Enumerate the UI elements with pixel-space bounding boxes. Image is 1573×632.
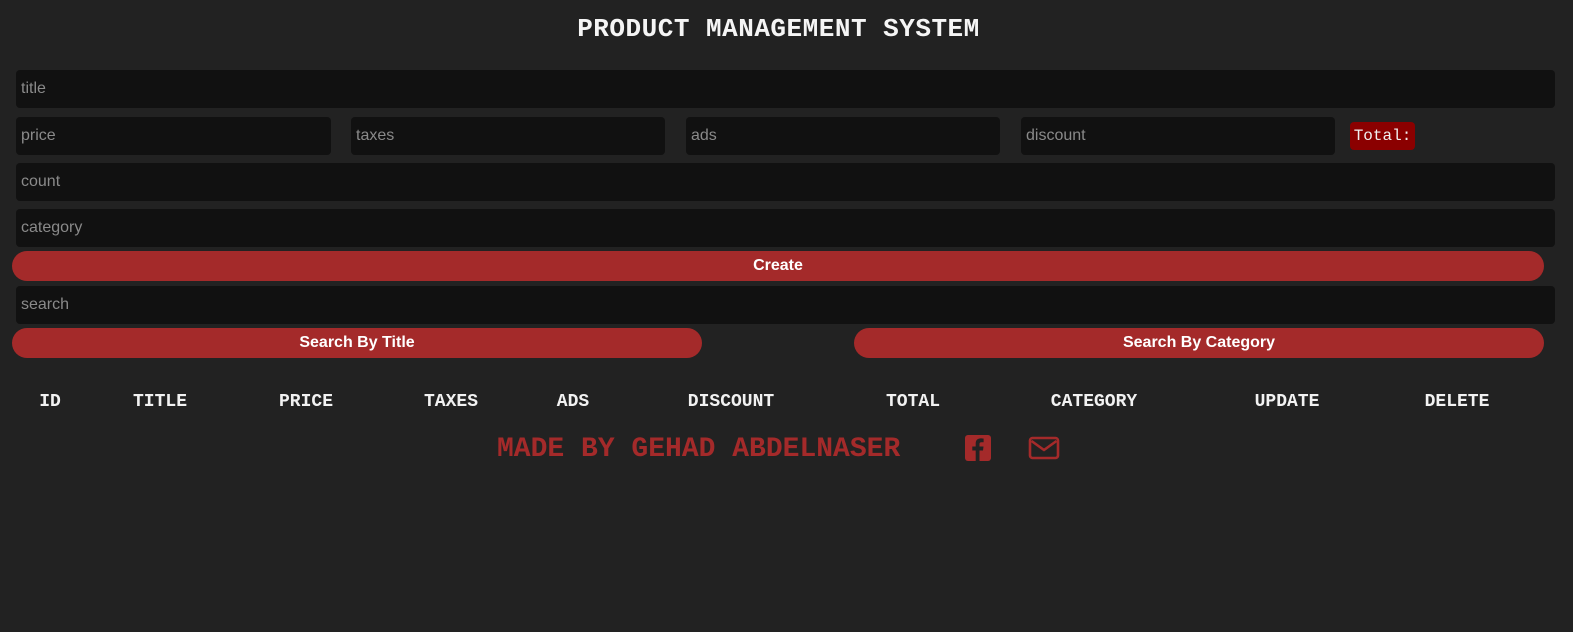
page-title: PRODUCT MANAGEMENT SYSTEM <box>577 14 980 44</box>
footer-credit: MADE BY GEHAD ABDELNASER <box>497 434 901 465</box>
header-total: TOTAL <box>885 392 941 412</box>
category-input[interactable] <box>16 209 1555 247</box>
header-category: CATEGORY <box>1050 392 1138 412</box>
search-input[interactable] <box>16 286 1555 324</box>
header-discount: DISCOUNT <box>687 392 775 412</box>
create-button[interactable]: Create <box>12 251 1544 281</box>
header-title: TITLE <box>132 392 188 412</box>
header-ads: ADS <box>556 392 590 412</box>
header-delete: DELETE <box>1424 392 1490 412</box>
header-taxes: TAXES <box>423 392 479 412</box>
price-input[interactable] <box>16 117 331 155</box>
count-input[interactable] <box>16 163 1555 201</box>
envelope-icon[interactable] <box>1028 434 1062 464</box>
taxes-input[interactable] <box>351 117 665 155</box>
ads-input[interactable] <box>686 117 1000 155</box>
header-id: ID <box>39 392 61 412</box>
discount-input[interactable] <box>1021 117 1335 155</box>
header-price: PRICE <box>278 392 334 412</box>
header-update: UPDATE <box>1254 392 1320 412</box>
search-by-category-button[interactable]: Search By Category <box>854 328 1544 358</box>
facebook-square-icon[interactable] <box>964 434 994 464</box>
title-input[interactable] <box>16 70 1555 108</box>
search-by-title-button[interactable]: Search By Title <box>12 328 702 358</box>
total-badge: Total: <box>1350 122 1415 150</box>
